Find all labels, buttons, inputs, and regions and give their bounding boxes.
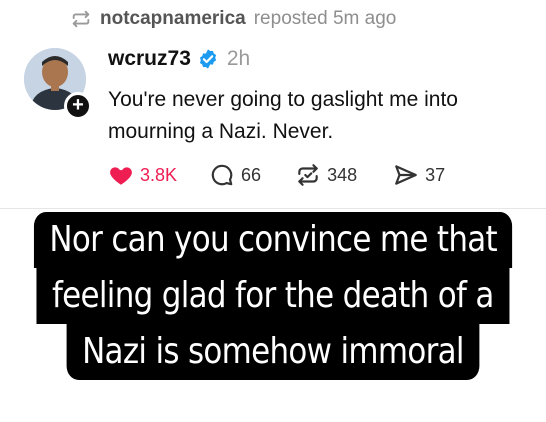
post-text-line: mourning a Nazi. Never. [108, 120, 334, 143]
share-button[interactable]: 37 [393, 162, 445, 188]
divider [0, 208, 546, 209]
repost-meta: reposted 5m ago [253, 8, 397, 29]
share-count: 37 [425, 164, 446, 185]
caption-line: feeling glad for the death of a [36, 268, 510, 324]
repost-button[interactable]: 348 [295, 162, 357, 188]
follow-button[interactable]: + [64, 92, 92, 120]
caption-line: Nazi is somehow immoral [66, 324, 480, 380]
repost-count: 348 [327, 164, 358, 185]
verified-badge-icon [197, 48, 219, 70]
post-username[interactable]: wcruz73 [108, 47, 191, 71]
like-count: 3.8K [140, 164, 178, 185]
repost-icon [72, 10, 90, 28]
repost-header: notcapnamerica reposted 5m ago [70, 6, 396, 32]
post-body: You're never going to gaslight me into m… [108, 84, 528, 148]
reposter-username[interactable]: notcapnamerica [100, 8, 246, 30]
post-time: 2h [226, 47, 251, 70]
post-header: wcruz73 2h [108, 44, 250, 74]
caption-line: Nor can you convince me that [33, 212, 513, 268]
reply-button[interactable]: 66 [209, 162, 261, 188]
repost-icon [298, 164, 318, 186]
heart-icon [110, 167, 132, 185]
like-button[interactable]: 3.8K [108, 162, 177, 188]
action-bar: 3.8K 66 348 37 [108, 160, 445, 190]
caption-overlay: Nor can you convince me that feeling gla… [0, 212, 546, 380]
post-text-line: You're never going to gaslight me into [108, 88, 458, 111]
comment-icon [211, 164, 233, 186]
reply-count: 66 [241, 164, 262, 185]
send-icon [395, 165, 417, 185]
